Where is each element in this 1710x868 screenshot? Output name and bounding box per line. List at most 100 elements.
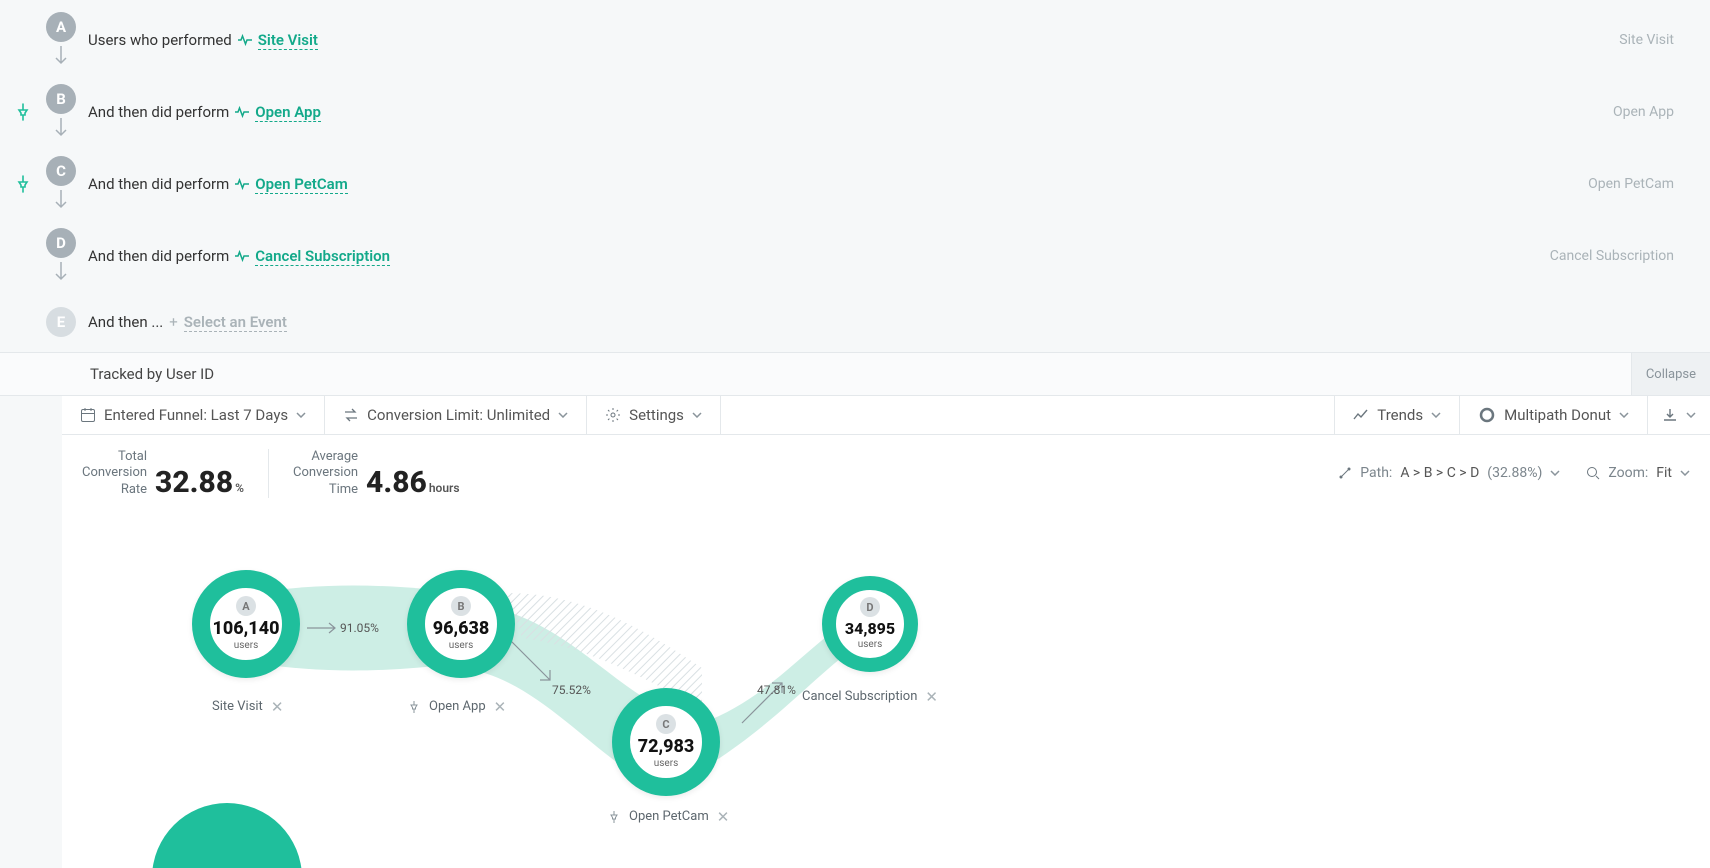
metric-conversion-time: Average Conversion Time 4.86hours	[268, 449, 484, 498]
date-range-picker[interactable]: Entered Funnel: Last 7 Days	[62, 396, 325, 434]
settings-button[interactable]: Settings	[587, 396, 721, 434]
remove-node-icon[interactable]: ✕	[494, 698, 507, 716]
node-label-b: Open App ✕	[407, 698, 506, 716]
funnel-visualization[interactable]: A 106,140 users Site Visit ✕ B 96,638 us…	[62, 508, 1710, 868]
conversion-rate-value: 32.88	[155, 465, 233, 500]
remove-node-icon[interactable]: ✕	[925, 688, 938, 706]
metric-label-line: Conversion	[82, 465, 147, 481]
edge-label-bc: 75.52%	[552, 683, 591, 697]
funnel-step-c: C And then did perform Open PetCam Open …	[0, 148, 1710, 220]
arrow-down-icon	[54, 118, 68, 140]
step-summary: Site Visit	[1619, 32, 1698, 48]
settings-label: Settings	[629, 406, 684, 424]
node-label-a: Site Visit ✕	[212, 698, 283, 716]
trend-icon	[1353, 409, 1369, 421]
step-badge-d: D	[46, 228, 76, 258]
download-button[interactable]	[1648, 396, 1710, 434]
pulse-icon	[238, 34, 252, 46]
chevron-down-icon	[1619, 412, 1629, 418]
step-prefix: And then ...	[88, 313, 163, 331]
funnel-node-a[interactable]: A 106,140 users	[192, 570, 300, 678]
trends-button[interactable]: Trends	[1335, 396, 1460, 434]
funnel-step-b: B And then did perform Open App Open App	[0, 76, 1710, 148]
gear-icon	[605, 407, 621, 423]
conversion-limit-picker[interactable]: Conversion Limit: Unlimited	[325, 396, 587, 434]
arrow-down-icon	[54, 262, 68, 284]
remove-node-icon[interactable]: ✕	[717, 808, 730, 826]
zoom-value: Fit	[1656, 465, 1672, 481]
toolbar: Entered Funnel: Last 7 Days Conversion L…	[62, 396, 1710, 435]
donut-icon	[1478, 406, 1496, 424]
date-range-label: Entered Funnel: Last 7 Days	[104, 406, 288, 424]
chevron-down-icon	[558, 412, 568, 418]
arrow-down-icon	[54, 190, 68, 212]
step-prefix: Users who performed	[88, 31, 232, 49]
pin-icon[interactable]	[14, 175, 32, 193]
event-link-open-app[interactable]: Open App	[255, 103, 321, 122]
node-badge: B	[451, 596, 471, 616]
event-link-site-visit[interactable]: Site Visit	[258, 31, 318, 50]
metrics-bar: Total Conversion Rate 32.88% Average Con…	[62, 435, 1710, 508]
step-summary: Open App	[1613, 104, 1698, 120]
metric-label-line: Conversion	[293, 465, 358, 481]
funnel-step-e: E And then ... + Select an Event	[0, 292, 1710, 352]
metric-label-line: Rate	[82, 482, 147, 498]
chevron-down-icon	[1680, 470, 1690, 476]
chevron-down-icon	[692, 412, 702, 418]
funnel-node-b[interactable]: B 96,638 users	[407, 570, 515, 678]
chevron-down-icon	[296, 412, 306, 418]
pin-icon[interactable]	[407, 700, 421, 714]
funnel-steps: A Users who performed Site Visit Site Vi…	[0, 0, 1710, 353]
path-pct: (32.88%)	[1487, 465, 1542, 481]
pin-icon[interactable]	[607, 810, 621, 824]
chevron-down-icon	[1550, 470, 1560, 476]
funnel-node-c[interactable]: C 72,983 users	[612, 688, 720, 796]
search-icon	[1586, 466, 1600, 480]
node-label-text: Site Visit	[212, 699, 263, 714]
node-badge: A	[236, 596, 256, 616]
tracked-by-label: Tracked by User ID	[90, 365, 214, 383]
download-icon	[1662, 407, 1678, 423]
node-label-text: Cancel Subscription	[802, 689, 917, 704]
node-users-label: users	[654, 758, 679, 769]
step-summary: Open PetCam	[1588, 176, 1698, 192]
node-value: 96,638	[433, 618, 490, 639]
node-badge: D	[860, 597, 880, 617]
plus-icon: +	[169, 313, 178, 331]
chart-type-picker[interactable]: Multipath Donut	[1460, 396, 1648, 434]
metric-label-line: Total	[82, 449, 147, 465]
step-badge-b: B	[46, 84, 76, 114]
event-link-cancel-subscription[interactable]: Cancel Subscription	[255, 247, 390, 266]
path-picker[interactable]: Path: A > B > C > D (32.88%)	[1338, 465, 1560, 481]
conversion-rate-unit: %	[235, 481, 244, 495]
select-event-link[interactable]: Select an Event	[184, 313, 287, 332]
step-prefix: And then did perform	[88, 247, 229, 265]
pulse-icon	[235, 250, 249, 262]
node-label-c: Open PetCam ✕	[607, 808, 729, 826]
step-prefix: And then did perform	[88, 175, 229, 193]
metric-conversion-rate: Total Conversion Rate 32.88%	[82, 449, 268, 498]
swap-icon	[343, 407, 359, 423]
edge-label-ab: 91.05%	[340, 621, 379, 635]
path-icon	[1338, 466, 1352, 480]
chart-type-label: Multipath Donut	[1504, 406, 1611, 424]
node-label-text: Open PetCam	[629, 809, 709, 824]
tracked-by-row: Tracked by User ID Collapse	[0, 353, 1710, 396]
node-label-text: Open App	[429, 699, 486, 714]
metric-label-line: Time	[293, 482, 358, 498]
visualization-panel: Total Conversion Rate 32.88% Average Con…	[62, 435, 1710, 868]
conversion-time-value: 4.86	[366, 465, 427, 500]
pulse-icon	[235, 106, 249, 118]
node-users-label: users	[858, 639, 883, 650]
zoom-picker[interactable]: Zoom: Fit	[1586, 465, 1690, 481]
event-link-open-petcam[interactable]: Open PetCam	[255, 175, 348, 194]
remove-node-icon[interactable]: ✕	[271, 698, 284, 716]
toolbar-spacer	[721, 396, 1335, 434]
collapse-button[interactable]: Collapse	[1631, 353, 1710, 395]
pin-icon[interactable]	[14, 103, 32, 121]
chevron-down-icon	[1431, 412, 1441, 418]
funnel-step-a: A Users who performed Site Visit Site Vi…	[0, 4, 1710, 76]
funnel-node-d[interactable]: D 34,895 users	[822, 576, 918, 672]
chevron-down-icon	[1686, 412, 1696, 418]
node-users-label: users	[234, 640, 259, 651]
